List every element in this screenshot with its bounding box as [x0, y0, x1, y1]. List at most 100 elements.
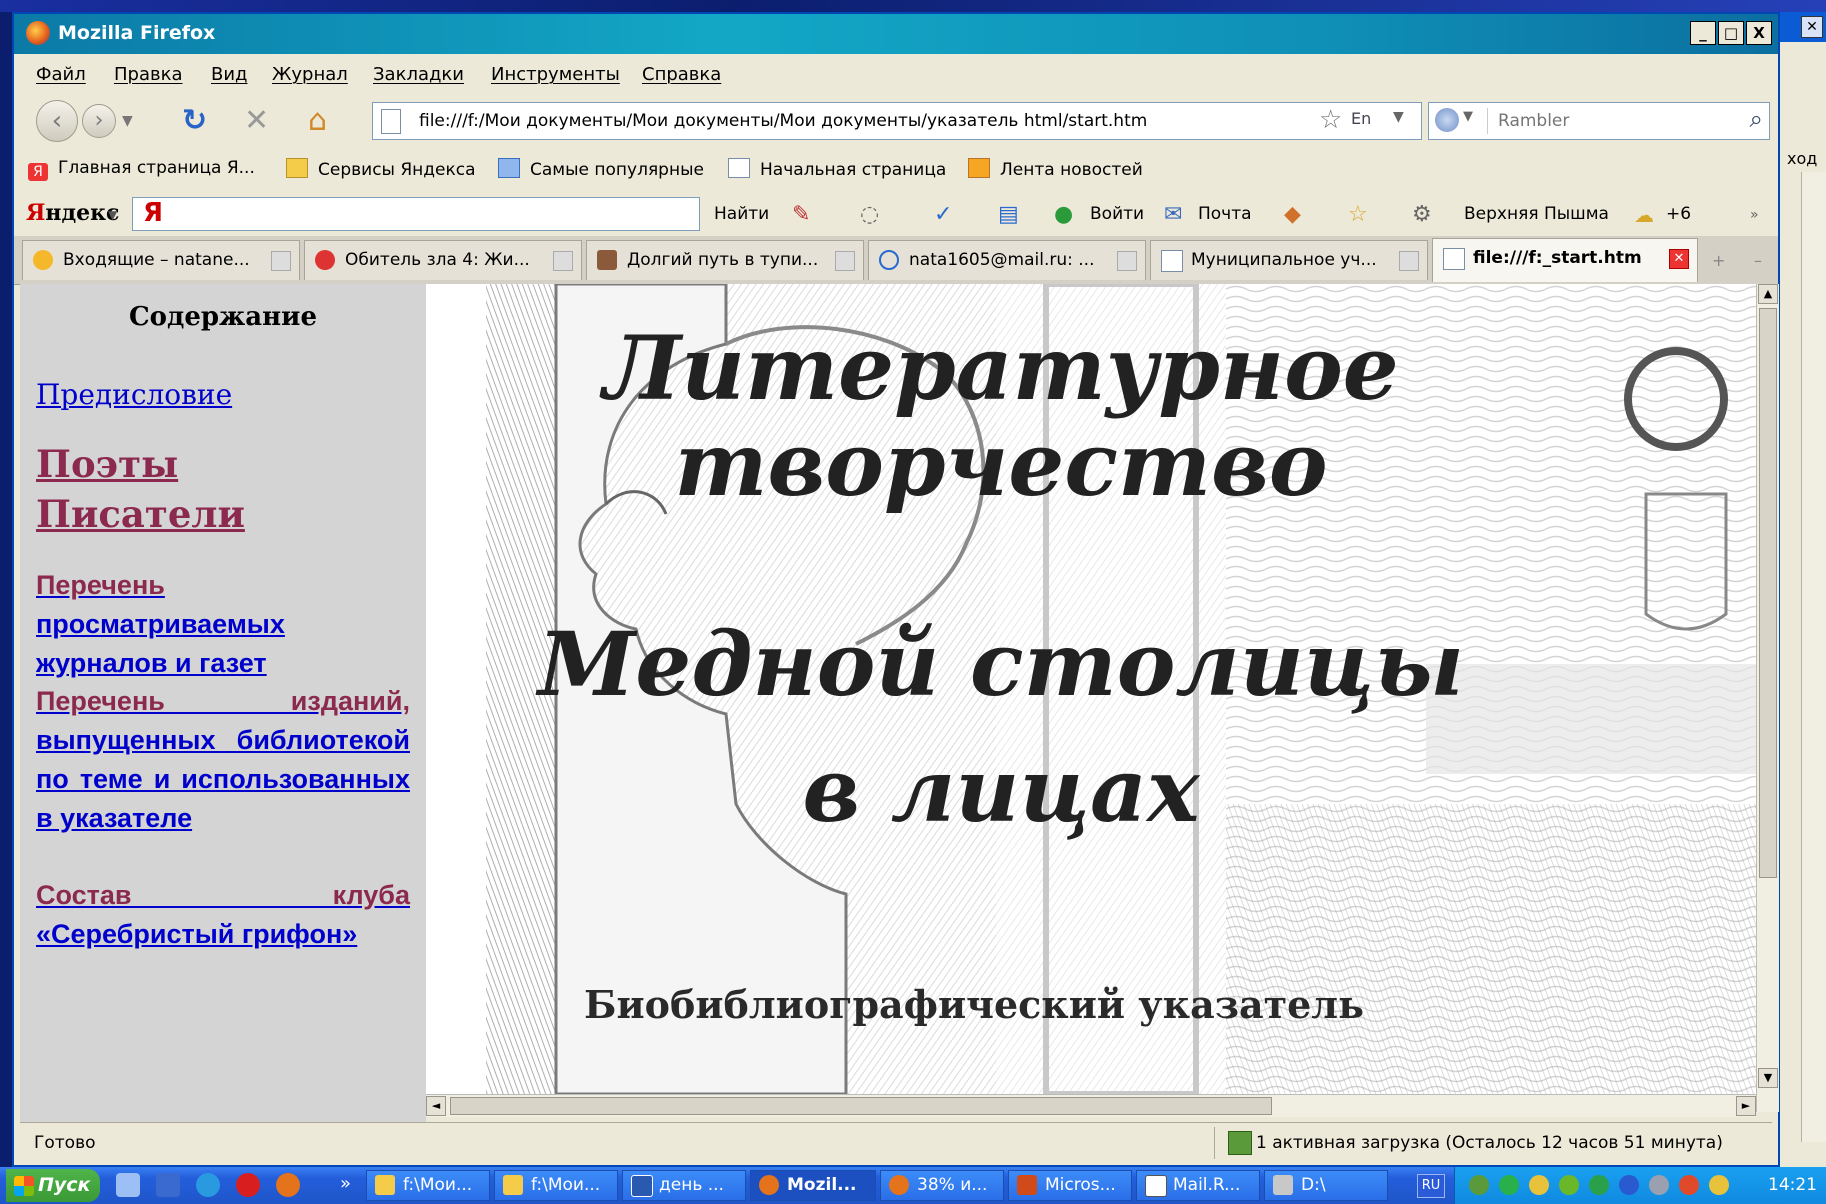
bookmark-yandex-home[interactable]: Я Главная страница Я... — [28, 158, 255, 181]
search-icon[interactable]: ⌕ — [1750, 105, 1763, 133]
bookmark-start-page[interactable]: Начальная страница — [728, 158, 946, 180]
bluetooth-icon[interactable] — [1619, 1175, 1639, 1195]
title-bar[interactable]: Mozilla Firefox _ □ X — [14, 14, 1778, 54]
stop-icon[interactable]: ✕ — [244, 104, 269, 138]
yandex-logo[interactable]: Яндекс — [26, 200, 119, 226]
search-engine-icon[interactable] — [1435, 108, 1459, 132]
highlight-icon[interactable]: ✎ — [792, 198, 810, 232]
back-button[interactable]: ‹ — [36, 100, 78, 142]
scroll-up-icon[interactable]: ▲ — [1758, 284, 1778, 304]
home-icon[interactable]: ⌂ — [308, 104, 327, 138]
bookmark-star-icon[interactable]: ☆ — [1319, 105, 1342, 135]
minimize-button[interactable]: _ — [1690, 21, 1716, 45]
tab-mail-ru[interactable]: nata1605@mail.ru: ... — [868, 240, 1146, 280]
tab-list-icon[interactable]: – — [1754, 244, 1762, 278]
maximize-button[interactable]: □ — [1718, 21, 1744, 45]
menu-edit[interactable]: Правка — [114, 64, 183, 85]
close-button[interactable]: X — [1746, 21, 1772, 45]
tab-long-road[interactable]: Долгий путь в тупи... — [586, 240, 864, 280]
antivirus-icon[interactable] — [1499, 1175, 1519, 1195]
publications-list-link-head[interactable]: Перечень изданий, — [36, 682, 410, 721]
vertical-scrollbar[interactable]: ▲ ▼ — [1756, 284, 1779, 1112]
taskbar-item-mail-ru[interactable]: Mail.R... — [1136, 1170, 1260, 1201]
menu-view[interactable]: Вид — [211, 64, 248, 85]
scroll-down-icon[interactable]: ▼ — [1758, 1068, 1778, 1088]
yandex-find-button[interactable]: Найти — [714, 204, 769, 224]
weather-city[interactable]: Верхняя Пышма — [1464, 204, 1609, 224]
scroll-left-icon[interactable]: ◄ — [426, 1096, 446, 1116]
yandex-menu-dropdown-icon[interactable]: ▼ — [108, 198, 117, 232]
show-desktop-icon[interactable] — [116, 1173, 140, 1197]
preface-link[interactable]: Предисловие — [36, 378, 232, 411]
club-link-head[interactable]: Состав клуба — [36, 876, 410, 915]
clock[interactable]: 14:21 — [1768, 1175, 1817, 1195]
taskbar-item-powerpoint[interactable]: Micros... — [1008, 1170, 1132, 1201]
language-indicator[interactable]: RU — [1417, 1174, 1445, 1198]
tab-close-icon[interactable]: ✕ — [1669, 249, 1689, 269]
bookmark-most-popular[interactable]: Самые популярные — [498, 158, 704, 180]
address-bar[interactable]: file:///f:/Мои документы/Мои документы/М… — [372, 102, 1422, 140]
taskbar-item-firefox[interactable]: Mozil... — [750, 1170, 876, 1201]
opera-icon[interactable] — [236, 1173, 260, 1197]
tab-close-icon[interactable] — [835, 251, 855, 271]
tab-resident-evil[interactable]: Обитель зла 4: Жи... — [304, 240, 582, 280]
volume-icon[interactable] — [1529, 1175, 1549, 1195]
taskbar-item-word[interactable]: день ... — [622, 1170, 746, 1201]
network-icon[interactable] — [1469, 1175, 1489, 1195]
search-box[interactable]: ▼ ⌕ — [1428, 102, 1770, 140]
background-window-scrollbar[interactable] — [1801, 172, 1826, 1142]
search-input[interactable] — [1487, 108, 1730, 134]
new-tab-icon[interactable]: + — [1712, 244, 1725, 278]
save-icon[interactable] — [156, 1173, 180, 1197]
tab-close-icon[interactable] — [553, 251, 573, 271]
tab-close-icon[interactable] — [271, 251, 291, 271]
tab-start-htm[interactable]: file:///f:_start.htm ✕ — [1432, 238, 1698, 282]
translate-icon[interactable]: En — [1351, 109, 1371, 128]
download-status[interactable]: 1 активная загрузка (Осталось 12 часов 5… — [1256, 1133, 1723, 1153]
favorites-star-icon[interactable]: ☆ — [1348, 198, 1368, 232]
safely-remove-icon[interactable] — [1679, 1175, 1699, 1195]
tab-close-icon[interactable] — [1399, 251, 1419, 271]
horizontal-scrollbar[interactable]: ◄ ► — [426, 1094, 1756, 1117]
user-icon[interactable] — [1709, 1175, 1729, 1195]
quicklaunch-more-icon[interactable]: » — [340, 1167, 351, 1201]
translate-page-icon[interactable]: ▤ — [998, 198, 1019, 232]
download-icon[interactable] — [1228, 1131, 1252, 1155]
menu-history[interactable]: Журнал — [272, 64, 348, 85]
taskbar-item-folder-1[interactable]: f:\Мои... — [366, 1170, 490, 1201]
bookmark-news-feed[interactable]: Лента новостей — [968, 158, 1143, 180]
tab-inbox[interactable]: Входящие – natane... — [22, 240, 300, 280]
reload-icon[interactable]: ↻ — [182, 104, 207, 138]
firefox-quicklaunch-icon[interactable] — [276, 1173, 300, 1197]
update-icon[interactable] — [1589, 1175, 1609, 1195]
taskbar-item-folder-2[interactable]: f:\Мои... — [494, 1170, 618, 1201]
tab-close-icon[interactable] — [1117, 251, 1137, 271]
club-link[interactable]: «Серебристый грифон» — [36, 915, 410, 954]
search-engine-dropdown-icon[interactable]: ▼ — [1463, 109, 1473, 124]
history-dropdown-icon[interactable]: ▼ — [122, 104, 133, 138]
poets-link[interactable]: Поэты — [36, 442, 178, 486]
menu-file[interactable]: Файл — [36, 64, 86, 85]
chevron-down-icon[interactable]: » — [1750, 198, 1759, 232]
bookmark-yandex-services[interactable]: Сервисы Яндекса — [286, 158, 476, 180]
scroll-right-icon[interactable]: ► — [1736, 1096, 1756, 1116]
menu-tools[interactable]: Инструменты — [491, 64, 620, 85]
forward-button[interactable]: › — [82, 104, 116, 138]
writers-link[interactable]: Писатели — [36, 492, 245, 536]
menu-help[interactable]: Справка — [642, 64, 721, 85]
internet-explorer-icon[interactable] — [196, 1173, 220, 1197]
start-button[interactable]: Пуск — [6, 1169, 100, 1202]
tab-municipal[interactable]: Муниципальное уч... — [1150, 240, 1428, 280]
taskbar-item-drive-d[interactable]: D:\ — [1264, 1170, 1388, 1201]
yandex-search-input[interactable]: Я — [132, 197, 700, 231]
yandex-mail-button[interactable]: Почта — [1198, 204, 1252, 224]
comment-icon[interactable]: ◌ — [860, 198, 879, 232]
menu-bookmarks[interactable]: Закладки — [373, 64, 464, 85]
spellcheck-icon[interactable]: ✓ — [934, 198, 952, 232]
settings-gear-icon[interactable]: ⚙ — [1412, 198, 1432, 232]
periodicals-list-link[interactable]: Перечень просматриваемых журналов и газе… — [36, 566, 410, 682]
utility-icon[interactable] — [1559, 1175, 1579, 1195]
publications-list-link[interactable]: выпущенных библиотекой по теме и использ… — [36, 721, 410, 837]
yandex-login-button[interactable]: Войти — [1090, 204, 1144, 224]
taskbar-item-download[interactable]: 38% и... — [880, 1170, 1004, 1201]
